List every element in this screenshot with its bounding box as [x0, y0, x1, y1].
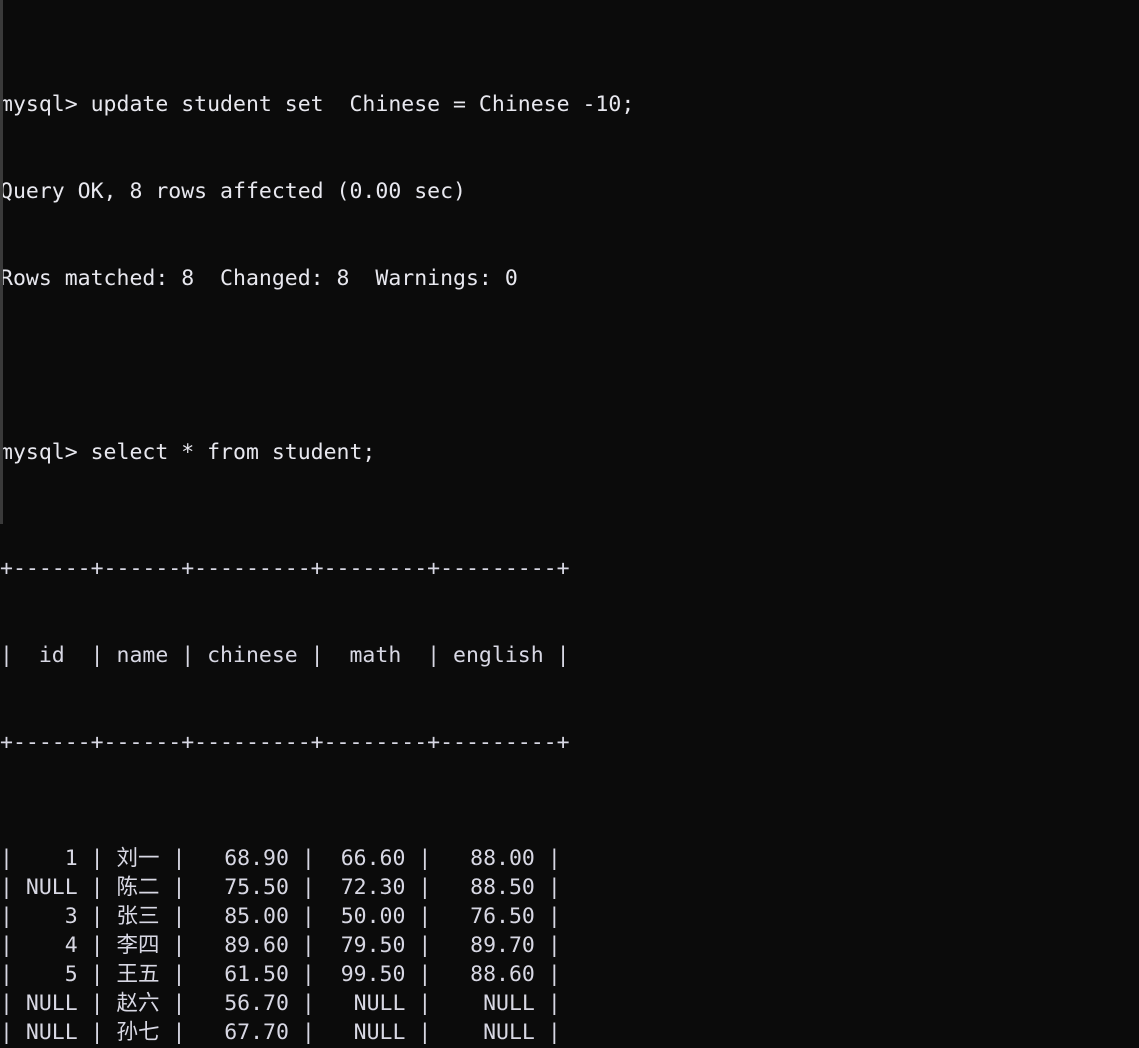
table-row: | 3 | 张三 | 85.00 | 50.00 | 76.50 |: [0, 904, 561, 929]
table-separator-header: +------+------+---------+--------+------…: [0, 730, 570, 755]
table-header-row: | id | name | chinese | math | english |: [0, 643, 570, 668]
command-line-select: mysql> select * from student;: [0, 440, 376, 465]
window-left-edge: [0, 0, 3, 524]
table-separator-top: +------+------+---------+--------+------…: [0, 556, 570, 581]
command-line-update: mysql> update student set Chinese = Chin…: [0, 92, 635, 117]
table-row: | NULL | 赵六 | 56.70 | NULL | NULL |: [0, 991, 561, 1016]
table-row: | 1 | 刘一 | 68.90 | 66.60 | 88.00 |: [0, 846, 561, 871]
terminal-output-area[interactable]: mysql> update student set Chinese = Chin…: [0, 0, 1139, 1045]
table-row: | NULL | 陈二 | 75.50 | 72.30 | 88.50 |: [0, 875, 561, 900]
update-result-matched: Rows matched: 8 Changed: 8 Warnings: 0: [0, 266, 518, 291]
table-row: | 4 | 李四 | 89.60 | 79.50 | 89.70 |: [0, 933, 561, 958]
table-row: | 5 | 王五 | 61.50 | 99.50 | 88.60 |: [0, 962, 561, 987]
table-body: | 1 | 刘一 | 68.90 | 66.60 | 88.00 | | NULL…: [0, 844, 1139, 1048]
table-row: | NULL | 周八 | 78.80 | NULL | NULL |: [0, 1047, 1139, 1048]
update-result-status: Query OK, 8 rows affected (0.00 sec): [0, 179, 466, 204]
table-row: | NULL | 孙七 | 67.70 | NULL | NULL |: [0, 1020, 561, 1045]
